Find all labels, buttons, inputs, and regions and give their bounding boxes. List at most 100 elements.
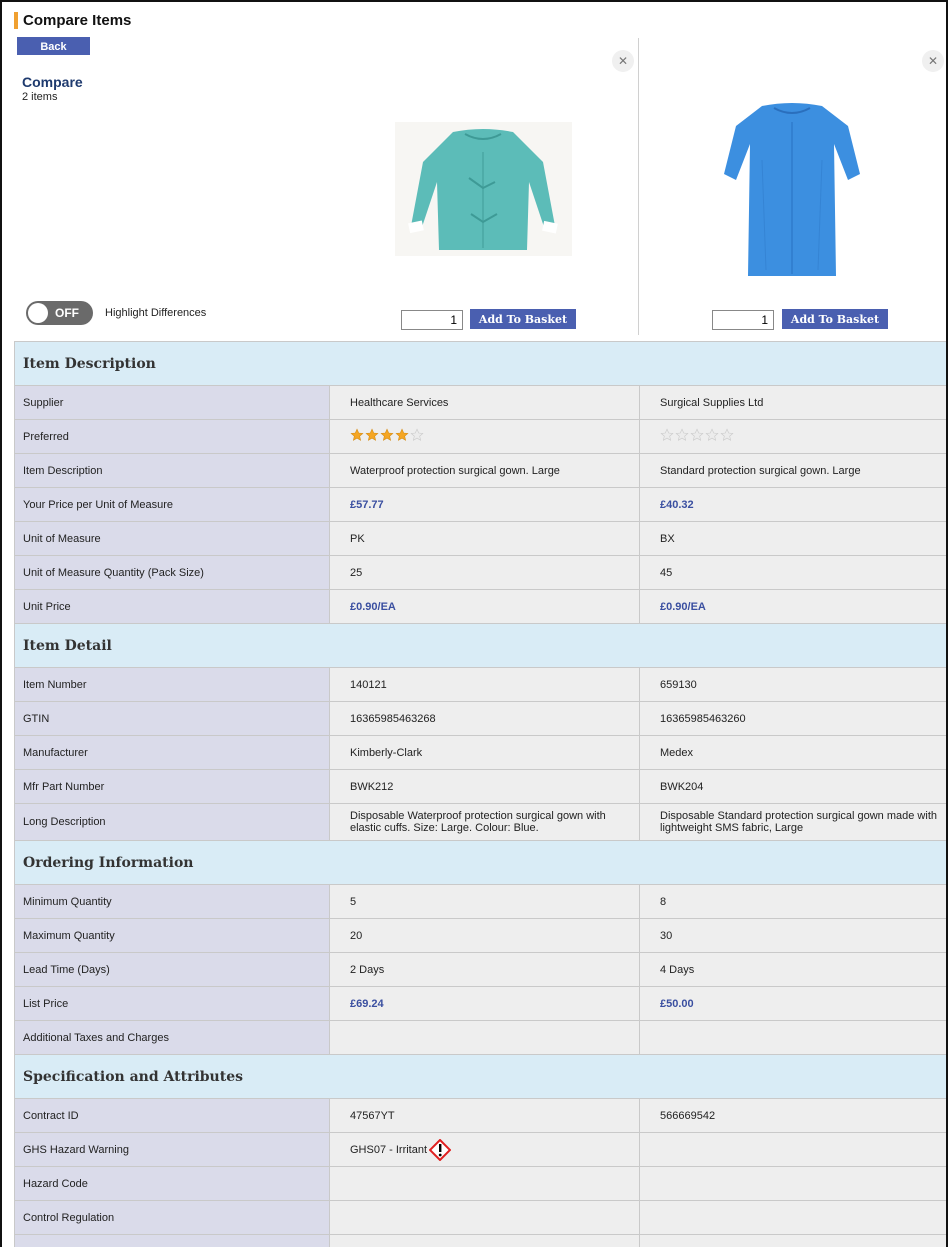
row-value: [639, 1166, 946, 1201]
section-header-item-description: Item Description: [14, 341, 946, 386]
table-row: Item Description Waterproof protection su…: [14, 453, 946, 488]
row-label: Item Number: [14, 667, 330, 702]
toggle-state-label: OFF: [55, 306, 79, 320]
table-row: Hazard Code: [14, 1166, 946, 1201]
table-row: Contract ID 47567YT 566669542: [14, 1098, 946, 1133]
row-label: Category: [14, 1234, 330, 1247]
comparison-table: Item Description Supplier Healthcare Servi…: [14, 341, 946, 1247]
table-row: Unit Price £0.90/EA £0.90/EA: [14, 589, 946, 624]
table-row: List Price £69.24 £50.00: [14, 986, 946, 1021]
preferred-rating: [639, 419, 946, 454]
row-label: Supplier: [14, 385, 330, 420]
row-value: Standard protection surgical gown. Large: [639, 453, 946, 488]
star-filled-icon: [350, 428, 364, 441]
star-empty-icon: [410, 428, 424, 441]
toggle-knob: [28, 303, 48, 323]
row-value: £57.77: [329, 487, 640, 522]
table-row: Mfr Part Number BWK212 BWK204: [14, 769, 946, 804]
add-to-basket-button[interactable]: Add To Basket: [782, 309, 888, 329]
row-value: [329, 1200, 640, 1235]
row-value: £40.32: [639, 487, 946, 522]
row-value: 2 Days: [329, 952, 640, 987]
row-label: GHS Hazard Warning: [14, 1132, 330, 1167]
row-value: [329, 1020, 640, 1055]
row-value: BX: [639, 521, 946, 556]
row-value: 47567YT: [329, 1098, 640, 1133]
row-label: Unit Price: [14, 589, 330, 624]
highlight-differences-toggle[interactable]: OFF: [26, 301, 93, 325]
row-value: 16365985463268: [329, 701, 640, 736]
table-row: Minimum Quantity 5 8: [14, 884, 946, 919]
table-row: Manufacturer Kimberly-Clark Medex: [14, 735, 946, 770]
table-row: Maximum Quantity 20 30: [14, 918, 946, 953]
row-label: GTIN: [14, 701, 330, 736]
row-value: [329, 1166, 640, 1201]
row-value: [639, 1020, 946, 1055]
section-header-specification-and-attributes: Specification and Attributes: [14, 1054, 946, 1099]
table-row: Unit of Measure Quantity (Pack Size) 25 45: [14, 555, 946, 590]
table-row: GHS Hazard Warning GHS07 - Irritant: [14, 1132, 946, 1167]
table-row: Preferred: [14, 419, 946, 454]
row-value: 20: [329, 918, 640, 953]
row-value: 140121: [329, 667, 640, 702]
row-value: 566669542: [639, 1098, 946, 1133]
preferred-rating: [329, 419, 640, 454]
title-accent-bar: [14, 11, 18, 29]
close-icon[interactable]: ✕: [922, 50, 944, 72]
row-value: Healthcare Services: [329, 385, 640, 420]
row-label: List Price: [14, 986, 330, 1021]
star-filled-icon: [395, 428, 409, 441]
table-row: Item Number 140121 659130: [14, 667, 946, 702]
row-value: 16365985463260: [639, 701, 946, 736]
row-value: £0.90/EA: [329, 589, 640, 624]
product-image-blue-gown: [722, 100, 862, 278]
row-label: Your Price per Unit of Measure: [14, 487, 330, 522]
section-title: Specification and Attributes: [14, 1054, 946, 1099]
row-label: Unit of Measure: [14, 521, 330, 556]
row-value: Waterproof protection surgical gown. Lar…: [329, 453, 640, 488]
row-value: Surgical gowns (42/13/17/02): [639, 1234, 946, 1247]
section-title: Item Description: [14, 341, 946, 386]
table-row: CategorySurgical gowns (42/13/17/02)Surg…: [14, 1234, 946, 1247]
row-label: Mfr Part Number: [14, 769, 330, 804]
section-title: Ordering Information: [14, 840, 946, 885]
row-value: £69.24: [329, 986, 640, 1021]
star-empty-icon: [660, 428, 674, 441]
row-value: 5: [329, 884, 640, 919]
row-value: Disposable Waterproof protection surgica…: [329, 803, 640, 841]
row-value: £50.00: [639, 986, 946, 1021]
row-value: 659130: [639, 667, 946, 702]
star-filled-icon: [365, 428, 379, 441]
ghs-hazard-value: GHS07 - Irritant: [329, 1132, 640, 1167]
row-value: [639, 1132, 946, 1167]
row-label: Item Description: [14, 453, 330, 488]
row-value: 4 Days: [639, 952, 946, 987]
row-value: BWK212: [329, 769, 640, 804]
star-empty-icon: [720, 428, 734, 441]
add-to-basket-button[interactable]: Add To Basket: [470, 309, 576, 329]
row-value: £0.90/EA: [639, 589, 946, 624]
table-row: Control Regulation: [14, 1200, 946, 1235]
row-label: Unit of Measure Quantity (Pack Size): [14, 555, 330, 590]
page-title: Compare Items: [23, 11, 132, 29]
table-row: Long Description Disposable Waterproof pr…: [14, 803, 946, 841]
product-image-teal-gown: [395, 122, 572, 256]
row-label: Lead Time (Days): [14, 952, 330, 987]
quantity-input[interactable]: [712, 310, 774, 330]
row-value: Disposable Standard protection surgical …: [639, 803, 946, 841]
close-icon[interactable]: ✕: [612, 50, 634, 72]
compare-heading: Compare: [22, 74, 83, 90]
row-value: Surgical Supplies Ltd: [639, 385, 946, 420]
table-row: Your Price per Unit of Measure £57.77 £40.…: [14, 487, 946, 522]
row-value: Medex: [639, 735, 946, 770]
table-row: Additional Taxes and Charges: [14, 1020, 946, 1055]
row-value: 8: [639, 884, 946, 919]
highlight-differences-label: Highlight Differences: [105, 307, 207, 319]
ghs-exclamation-icon: [429, 1138, 452, 1161]
star-rating: [350, 428, 424, 442]
back-button[interactable]: Back: [17, 37, 90, 55]
row-label: Maximum Quantity: [14, 918, 330, 953]
quantity-input[interactable]: [401, 310, 463, 330]
star-empty-icon: [675, 428, 689, 441]
title-bar: Compare Items: [14, 10, 131, 30]
